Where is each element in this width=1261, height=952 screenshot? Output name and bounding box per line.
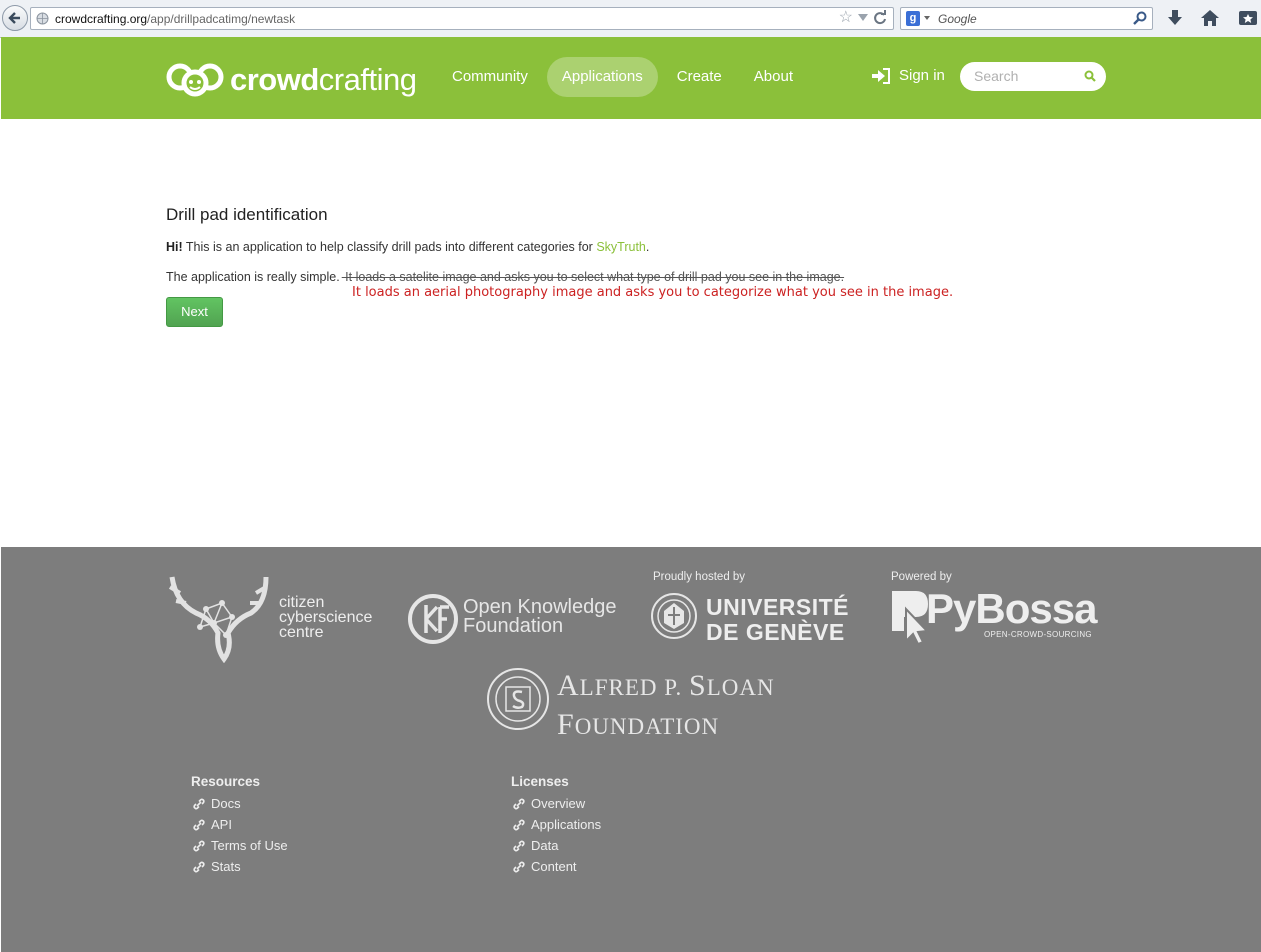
site-footer: citizen cyberscience centre Open Knowledge… xyxy=(1,547,1261,952)
description-line: The application is really simple. It loa… xyxy=(166,268,1066,300)
search-icon[interactable] xyxy=(1132,10,1148,26)
site-search-input[interactable] xyxy=(974,68,1074,84)
browser-search-placeholder: Google xyxy=(938,12,977,26)
okf-mark-icon xyxy=(408,594,458,644)
simple-text: The application is really simple. xyxy=(166,270,340,284)
bookmark-star-icon[interactable]: ☆ xyxy=(839,9,853,27)
pybossa-name: PyBossa xyxy=(926,585,1097,632)
footer-link-content[interactable]: Content xyxy=(511,856,601,877)
arrow-left-icon xyxy=(8,12,20,24)
browser-search-field[interactable]: g Google xyxy=(900,7,1153,30)
bookmarks-icon[interactable] xyxy=(1238,8,1258,28)
google-icon[interactable]: g xyxy=(906,11,920,26)
next-button[interactable]: Next xyxy=(166,297,223,327)
sign-in-icon xyxy=(872,67,890,84)
sloan-foundation-logo[interactable]: ALFRED P. SLOAN FOUNDATION xyxy=(486,665,806,741)
licenses-column: Licenses Overview Applications Data Cont… xyxy=(511,774,601,877)
footer-link-docs[interactable]: Docs xyxy=(191,793,288,814)
okf-name: Open Knowledge Foundation xyxy=(463,596,617,637)
link-icon xyxy=(193,840,205,851)
resources-title: Resources xyxy=(191,774,261,789)
universite-de-geneve-logo[interactable]: UNIVERSITÉ DE GENÈVE xyxy=(650,591,849,645)
licenses-title: Licenses xyxy=(511,774,569,789)
sloan-name: ALFRED P. SLOAN FOUNDATION xyxy=(557,669,775,741)
hi-label: Hi! xyxy=(166,240,183,254)
unige-seal-icon xyxy=(651,593,697,639)
main-nav: Community Applications Create About xyxy=(439,57,812,97)
footer-link-api[interactable]: API xyxy=(191,814,288,835)
search-engine-dropdown-icon[interactable] xyxy=(924,16,930,20)
resources-column: Resources Docs API Terms of Use Stats xyxy=(191,774,288,877)
crowdcrafting-logo[interactable]: crowdcrafting xyxy=(166,57,417,101)
footer-link-overview[interactable]: Overview xyxy=(511,793,601,814)
nav-create[interactable]: Create xyxy=(664,57,735,97)
nav-community[interactable]: Community xyxy=(439,57,541,97)
globe-icon xyxy=(36,12,49,25)
nav-applications[interactable]: Applications xyxy=(546,57,658,97)
link-icon xyxy=(513,819,525,830)
footer-link-applications[interactable]: Applications xyxy=(511,814,601,835)
site-search xyxy=(960,62,1106,91)
link-icon xyxy=(513,861,525,872)
pybossa-logo[interactable]: PyBossa OPEN-CROWD-SOURCING xyxy=(890,585,1100,647)
main-content: Drill pad identification Hi! This is an … xyxy=(166,205,1066,327)
link-icon xyxy=(513,798,525,809)
citizen-cyberscience-name: citizen cyberscience centre xyxy=(279,594,373,641)
page-title: Drill pad identification xyxy=(166,205,328,224)
link-icon xyxy=(513,840,525,851)
unige-name: UNIVERSITÉ DE GENÈVE xyxy=(706,594,850,645)
intro-paragraph: Hi! This is an application to help class… xyxy=(166,240,650,254)
citizen-cyberscience-logo[interactable]: citizen cyberscience centre xyxy=(166,573,386,664)
nav-about[interactable]: About xyxy=(741,57,806,97)
powered-by-label: Powered by xyxy=(891,571,952,583)
footer-link-terms-of-use[interactable]: Terms of Use xyxy=(191,835,288,856)
pybossa-tagline: OPEN-CROWD-SOURCING xyxy=(984,630,1092,639)
hosted-by-label: Proudly hosted by xyxy=(653,571,746,583)
footer-link-stats[interactable]: Stats xyxy=(191,856,288,877)
crowdcrafting-mark-icon xyxy=(166,63,224,97)
back-button[interactable] xyxy=(2,5,28,31)
url-text: crowdcrafting.org/app/drillpadcatimg/new… xyxy=(55,12,296,26)
sloan-seal-icon xyxy=(487,668,549,730)
link-icon xyxy=(193,861,205,872)
download-icon[interactable] xyxy=(1165,8,1185,28)
home-icon[interactable] xyxy=(1200,8,1220,28)
link-icon xyxy=(193,819,205,830)
brand-name: crowdcrafting xyxy=(230,61,417,97)
reload-icon[interactable] xyxy=(871,9,889,27)
link-icon xyxy=(193,798,205,809)
site-navbar: crowdcrafting Community Applications Cre… xyxy=(1,37,1261,119)
footer-link-data[interactable]: Data xyxy=(511,835,601,856)
search-icon[interactable] xyxy=(1084,70,1096,82)
struck-text: It loads a satelite image and asks you t… xyxy=(341,270,845,284)
skytruth-link[interactable]: SkyTruth xyxy=(596,240,646,254)
history-dropdown-icon[interactable] xyxy=(858,14,868,21)
red-annotation: It loads an aerial photography image and… xyxy=(352,285,954,300)
sign-in-link[interactable]: Sign in xyxy=(871,67,945,84)
sign-in-label: Sign in xyxy=(899,67,945,84)
open-knowledge-foundation-logo[interactable]: Open Knowledge Foundation xyxy=(407,591,637,651)
browser-toolbar: crowdcrafting.org/app/drillpadcatimg/new… xyxy=(0,0,1261,38)
address-bar[interactable]: crowdcrafting.org/app/drillpadcatimg/new… xyxy=(30,7,894,30)
antler-network-icon xyxy=(168,576,269,664)
